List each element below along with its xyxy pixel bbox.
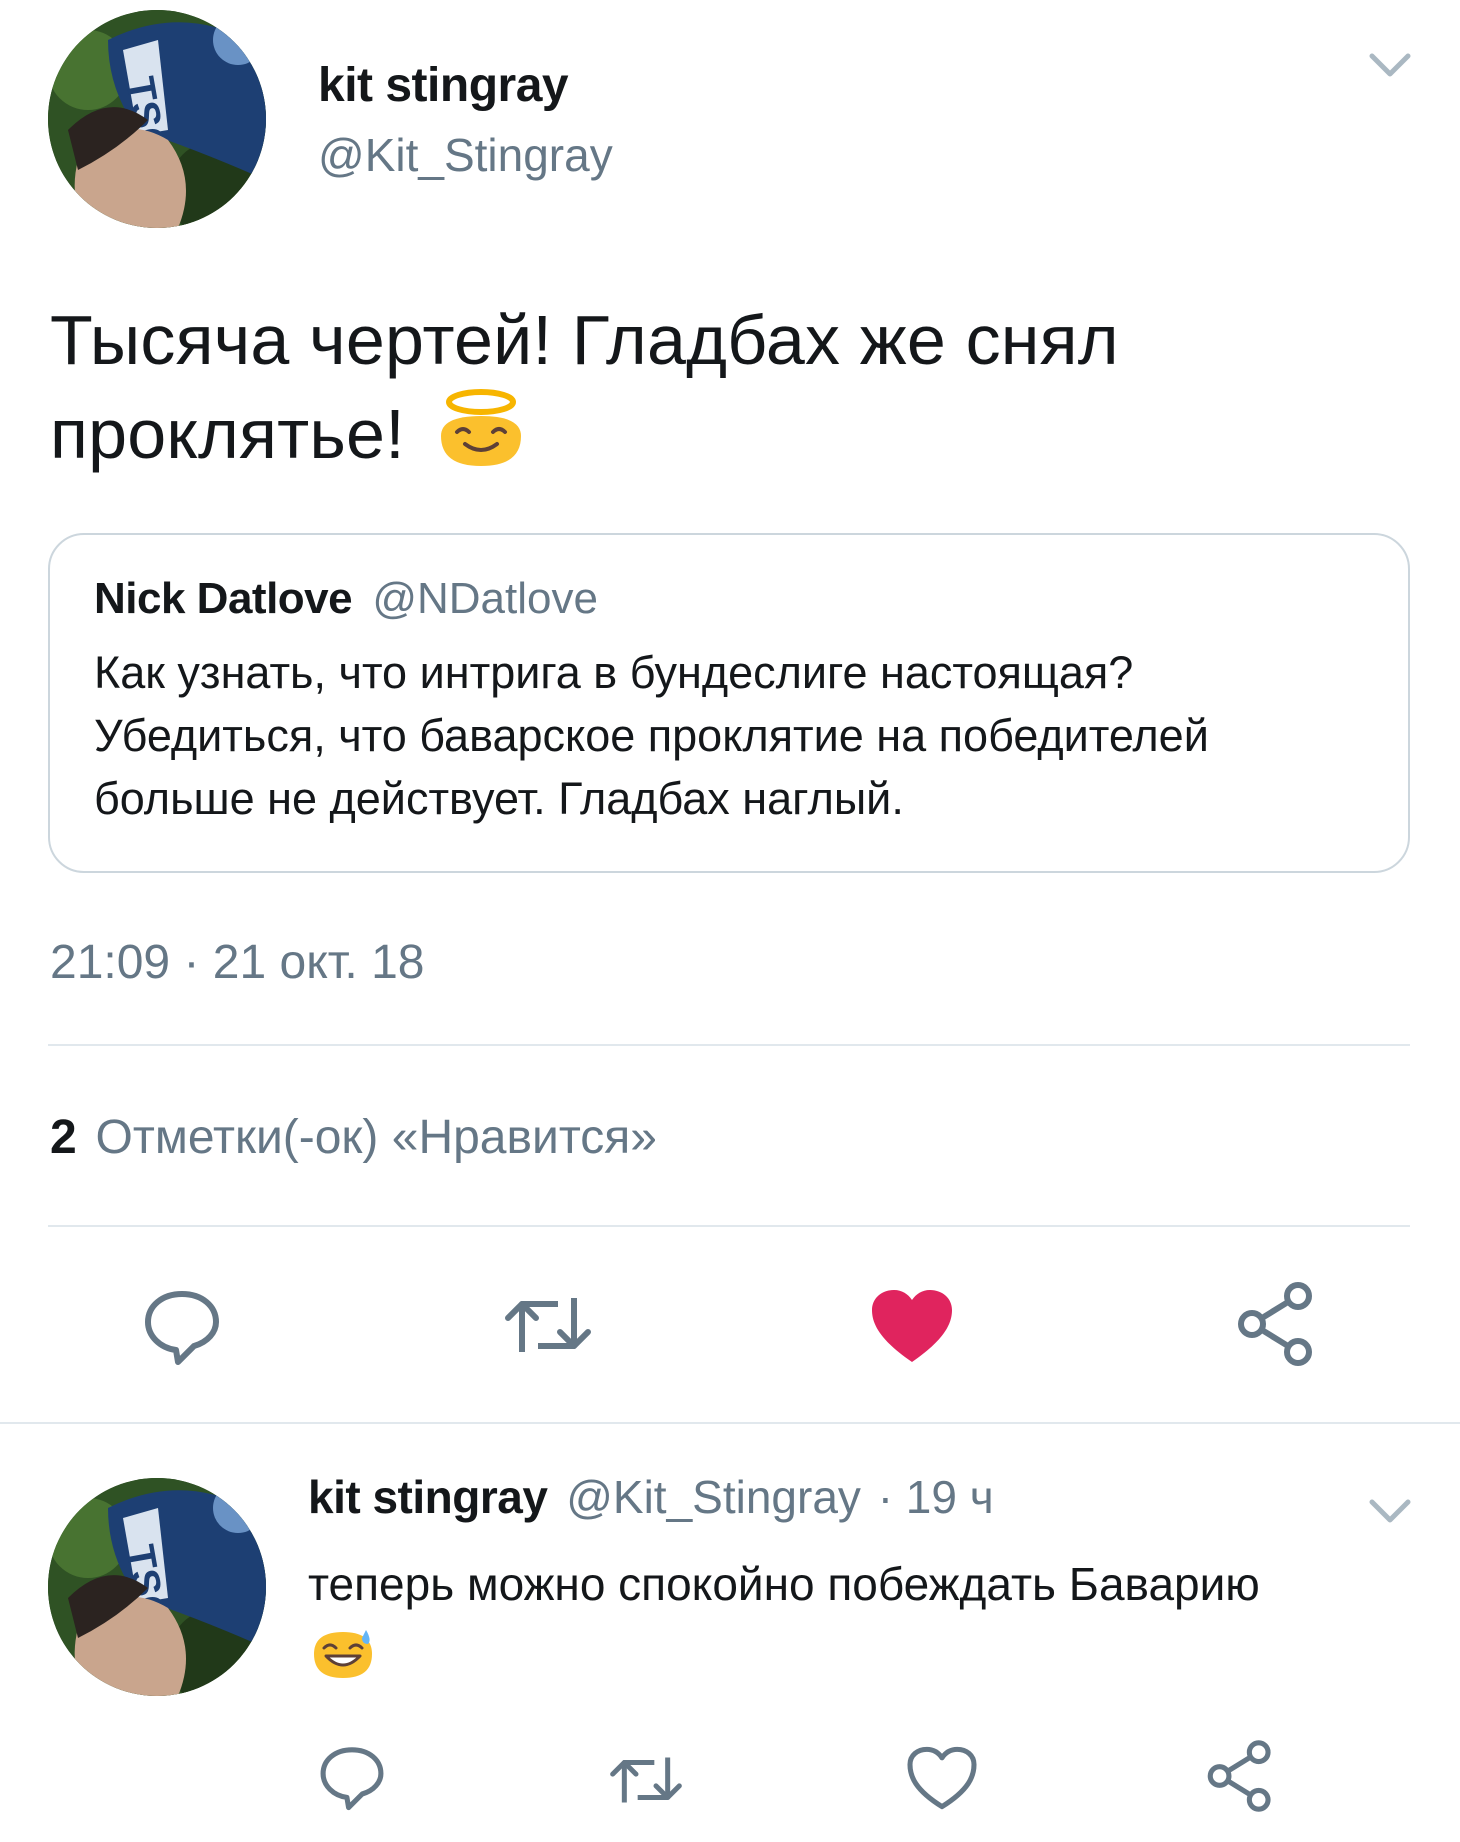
heart-icon[interactable] [906,1746,978,1810]
heart-icon[interactable] [870,1288,954,1364]
share-icon[interactable] [1236,1282,1316,1366]
likes-label: Отметки(-ок) «Нравится» [95,1111,657,1164]
quoted-tweet-card[interactable]: Nick Datlove @NDatlove Как узнать, что и… [48,533,1410,873]
quoted-author-handle: @NDatlove [372,574,598,623]
quoted-tweet-text: Как узнать, что интрига в бундеслиге нас… [94,647,1209,824]
avatar[interactable]: TSG [48,10,266,228]
avatar-image: TSG [48,1478,266,1696]
reply-author-handle[interactable]: @Kit_Stingray [566,1471,861,1523]
tweet-text-content: Тысяча чертей! Гладбах же снял проклятье… [50,301,1119,473]
divider [0,1422,1460,1424]
divider [48,1225,1410,1227]
author-name[interactable]: kit stingray [318,58,569,113]
retweet-icon[interactable] [500,1292,596,1358]
reply-author-name[interactable]: kit stingray [308,1471,548,1523]
chevron-down-icon[interactable] [1368,50,1412,80]
share-icon[interactable] [1206,1740,1274,1812]
divider [48,1044,1410,1046]
retweet-icon[interactable] [606,1752,686,1808]
reply-icon[interactable] [318,1742,386,1812]
reply-text: теперь можно спокойно побеждать Баварию [308,1550,1408,1618]
author-handle[interactable]: @Kit_Stingray [318,128,613,182]
reply-icon[interactable] [142,1286,222,1366]
reply-text-content: теперь можно спокойно побеждать Баварию [308,1558,1260,1610]
likes-summary[interactable]: 2 Отметки(-ок) «Нравится» [50,1110,657,1165]
quoted-tweet-header: Nick Datlove @NDatlove [94,573,598,625]
reply-header: kit stingray @Kit_Stingray · 19 ч [308,1470,994,1524]
avatar-image: TSG [48,10,266,228]
likes-count: 2 [50,1111,77,1164]
tweet-text: Тысяча чертей! Гладбах же снял проклятье… [50,293,1380,481]
quoted-author-name: Nick Datlove [94,574,353,623]
sweat-smile-emoji-icon [310,1624,376,1680]
halo-smile-emoji-icon [433,388,529,468]
chevron-down-icon[interactable] [1368,1496,1412,1526]
avatar[interactable]: TSG [48,1478,266,1696]
tweet-timestamp[interactable]: 21:09 · 21 окт. 18 [50,935,424,990]
reply-time: · 19 ч [877,1471,994,1523]
